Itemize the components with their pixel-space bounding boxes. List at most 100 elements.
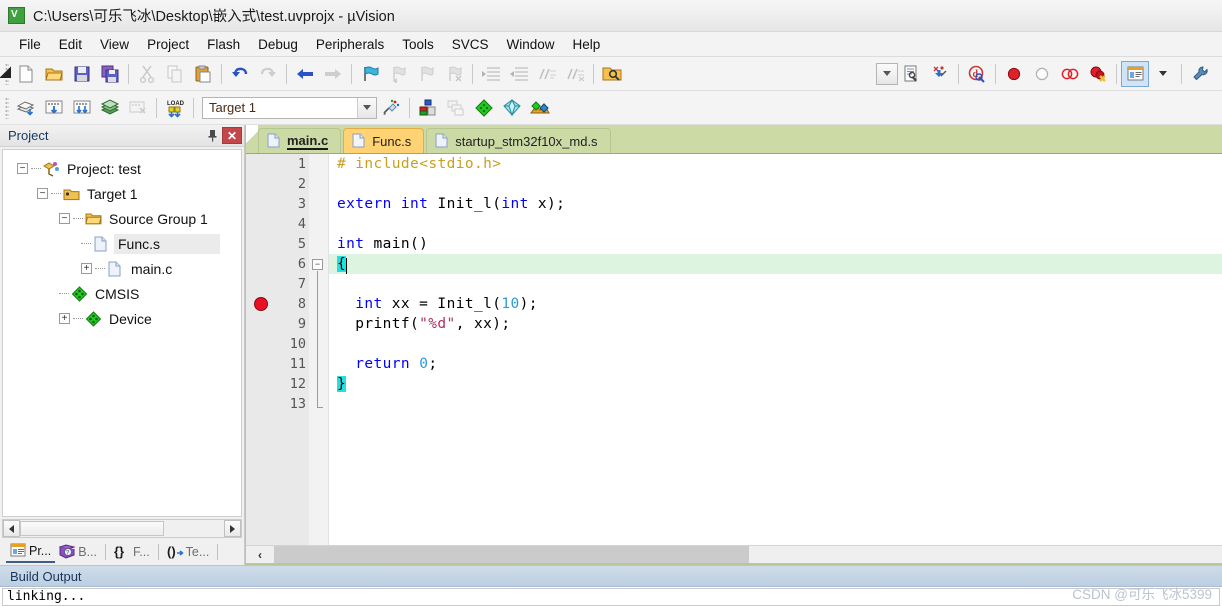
tree-node-device[interactable]: + Device	[3, 306, 241, 331]
menu-file[interactable]: File	[10, 34, 50, 55]
code-line[interactable]: extern int Init_l(int x);	[329, 194, 1222, 214]
code-line[interactable]	[329, 394, 1222, 414]
paste-icon[interactable]	[189, 61, 217, 87]
find-in-files-icon[interactable]	[598, 61, 626, 87]
save-all-icon[interactable]	[96, 61, 124, 87]
project-window-dropdown-icon[interactable]	[1149, 61, 1177, 87]
uncomment-icon[interactable]	[561, 61, 589, 87]
panel-tab-books[interactable]: ? B...	[55, 540, 101, 563]
configure-target-icon[interactable]	[898, 61, 926, 87]
panel-tab-templates[interactable]: () Te...	[163, 540, 214, 563]
pin-icon[interactable]	[202, 127, 222, 145]
scrollbar-thumb[interactable]	[20, 521, 164, 536]
toolbar-overflow-icon[interactable]: ◢	[0, 63, 11, 80]
new-file-icon[interactable]	[12, 61, 40, 87]
kill-all-breakpoints-icon[interactable]	[1084, 61, 1112, 87]
menu-peripherals[interactable]: Peripherals	[307, 34, 393, 55]
load-icon[interactable]: LOAD	[161, 95, 189, 121]
configure-icon[interactable]	[1186, 61, 1214, 87]
menu-svcs[interactable]: SVCS	[443, 34, 498, 55]
run-time-env-icon[interactable]	[498, 95, 526, 121]
download-icon[interactable]	[926, 61, 954, 87]
build-output-body[interactable]: linking...	[2, 588, 1220, 606]
project-tree[interactable]: − Project: test − Target 1 − Source Grou…	[2, 149, 242, 517]
undo-icon[interactable]	[226, 61, 254, 87]
chevron-down-icon[interactable]	[357, 97, 376, 118]
manage-multi-project-icon[interactable]	[442, 95, 470, 121]
editor-tab-main-c[interactable]: main.c	[258, 128, 342, 153]
fold-collapse-icon[interactable]: −	[312, 259, 323, 270]
copy-icon[interactable]	[161, 61, 189, 87]
scrollbar-track[interactable]	[749, 546, 1222, 563]
tree-node-target[interactable]: − Target 1	[3, 181, 241, 206]
bookmark-prev-icon[interactable]	[384, 61, 412, 87]
bookmark-clear-icon[interactable]	[440, 61, 468, 87]
navigate-forward-icon[interactable]	[319, 61, 347, 87]
translate-icon[interactable]	[12, 95, 40, 121]
stop-build-icon[interactable]	[124, 95, 152, 121]
build-icon[interactable]	[40, 95, 68, 121]
rebuild-icon[interactable]	[68, 95, 96, 121]
close-icon[interactable]: ✕	[222, 127, 242, 144]
expander-plus-icon[interactable]: +	[59, 313, 70, 324]
navigate-back-icon[interactable]	[291, 61, 319, 87]
expander-minus-icon[interactable]: −	[17, 163, 28, 174]
arrow-right-icon[interactable]	[224, 520, 241, 537]
pack-installer-icon[interactable]	[470, 95, 498, 121]
tree-node-func-s[interactable]: Func.s	[3, 231, 241, 256]
bookmark-toggle-icon[interactable]	[356, 61, 384, 87]
code-line[interactable]: return 0;	[329, 354, 1222, 374]
code-line[interactable]	[329, 274, 1222, 294]
expander-plus-icon[interactable]: +	[81, 263, 92, 274]
code-editor[interactable]: 1 2 3 4 5 6 7 8 9 10 11 12 13 − # includ…	[246, 153, 1222, 545]
menu-project[interactable]: Project	[138, 34, 198, 55]
code-line[interactable]	[329, 174, 1222, 194]
manage-project-items-icon[interactable]	[414, 95, 442, 121]
target-options-icon[interactable]	[377, 95, 405, 121]
tree-node-project[interactable]: − Project: test	[3, 156, 241, 181]
menu-flash[interactable]: Flash	[198, 34, 249, 55]
expander-minus-icon[interactable]: −	[37, 188, 48, 199]
indent-icon[interactable]	[477, 61, 505, 87]
insert-breakpoint-icon[interactable]	[1000, 61, 1028, 87]
code-line[interactable]: }	[329, 374, 1222, 394]
tree-node-main-c[interactable]: + main.c	[3, 256, 241, 281]
code-line[interactable]: {	[329, 254, 1222, 274]
editor-horizontal-scrollbar[interactable]: ‹	[246, 545, 1222, 565]
panel-tab-project[interactable]: Pr...	[6, 540, 56, 563]
disable-breakpoint-icon[interactable]	[1028, 61, 1056, 87]
batch-build-icon[interactable]	[96, 95, 124, 121]
code-line[interactable]	[329, 214, 1222, 234]
scroll-left-icon[interactable]: ‹	[246, 546, 274, 563]
menu-view[interactable]: View	[91, 34, 138, 55]
code-line[interactable]: # include<stdio.h>	[329, 154, 1222, 174]
comment-icon[interactable]	[533, 61, 561, 87]
tree-node-source-group[interactable]: − Source Group 1	[3, 206, 241, 231]
manage-rte-icon[interactable]	[526, 95, 554, 121]
breakpoint-margin[interactable]	[246, 154, 276, 545]
kill-breakpoint-icon[interactable]	[1056, 61, 1084, 87]
start-debug-icon[interactable]: d	[963, 61, 991, 87]
tree-node-cmsis[interactable]: CMSIS	[3, 281, 241, 306]
menu-help[interactable]: Help	[564, 34, 610, 55]
code-text[interactable]: # include<stdio.h> extern int Init_l(int…	[329, 154, 1222, 545]
open-file-icon[interactable]	[40, 61, 68, 87]
code-line[interactable]: int xx = Init_l(10);	[329, 294, 1222, 314]
menu-edit[interactable]: Edit	[50, 34, 91, 55]
editor-tab-startup[interactable]: startup_stm32f10x_md.s	[426, 128, 611, 153]
code-line[interactable]	[329, 334, 1222, 354]
menu-window[interactable]: Window	[497, 34, 563, 55]
code-line[interactable]: int main()	[329, 234, 1222, 254]
project-window-icon[interactable]	[1121, 60, 1149, 87]
cut-icon[interactable]	[133, 61, 161, 87]
code-line[interactable]: printf("%d", xx);	[329, 314, 1222, 334]
bookmark-next-icon[interactable]	[412, 61, 440, 87]
redo-icon[interactable]	[254, 61, 282, 87]
scrollbar-track[interactable]	[164, 520, 224, 537]
toolbar-dropdown-icon[interactable]	[876, 62, 898, 85]
toolbar-grip[interactable]	[5, 96, 9, 119]
breakpoint-marker[interactable]	[254, 297, 268, 311]
menu-debug[interactable]: Debug	[249, 34, 307, 55]
arrow-left-icon[interactable]	[3, 520, 20, 537]
panel-tab-functions[interactable]: {} F...	[110, 540, 154, 563]
